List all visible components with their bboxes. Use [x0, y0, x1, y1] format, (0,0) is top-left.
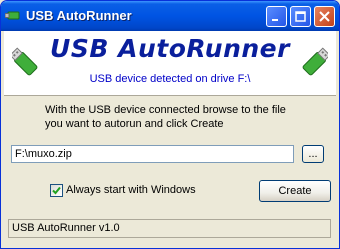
- close-button[interactable]: [314, 6, 335, 27]
- browse-button[interactable]: ...: [302, 145, 324, 163]
- minimize-icon: [272, 19, 278, 21]
- app-window: USB AutoRunner USB AutoRunner USB device…: [0, 0, 340, 249]
- close-icon: [319, 11, 330, 22]
- maximize-button[interactable]: [290, 6, 311, 27]
- usb-drive-icon: [302, 45, 331, 81]
- create-button[interactable]: Create: [259, 180, 331, 202]
- usb-drive-icon: [4, 7, 21, 23]
- checkmark-icon: [52, 186, 61, 195]
- window-title: USB AutoRunner: [26, 8, 132, 23]
- device-detected-message: USB device detected on drive F:\: [89, 73, 251, 85]
- maximize-icon: [295, 11, 306, 22]
- always-start-checkbox[interactable]: [50, 184, 63, 197]
- status-bar: USB AutoRunner v1.0: [8, 219, 331, 238]
- header-banner: USB AutoRunner USB device detected on dr…: [4, 31, 336, 96]
- minimize-button[interactable]: [266, 6, 287, 27]
- app-title: USB AutoRunner: [50, 34, 290, 63]
- file-path-input[interactable]: [11, 145, 294, 163]
- always-start-label: Always start with Windows: [66, 184, 196, 196]
- instructions-text: With the USB device connected browse to …: [45, 104, 286, 130]
- title-bar[interactable]: USB AutoRunner: [1, 1, 339, 31]
